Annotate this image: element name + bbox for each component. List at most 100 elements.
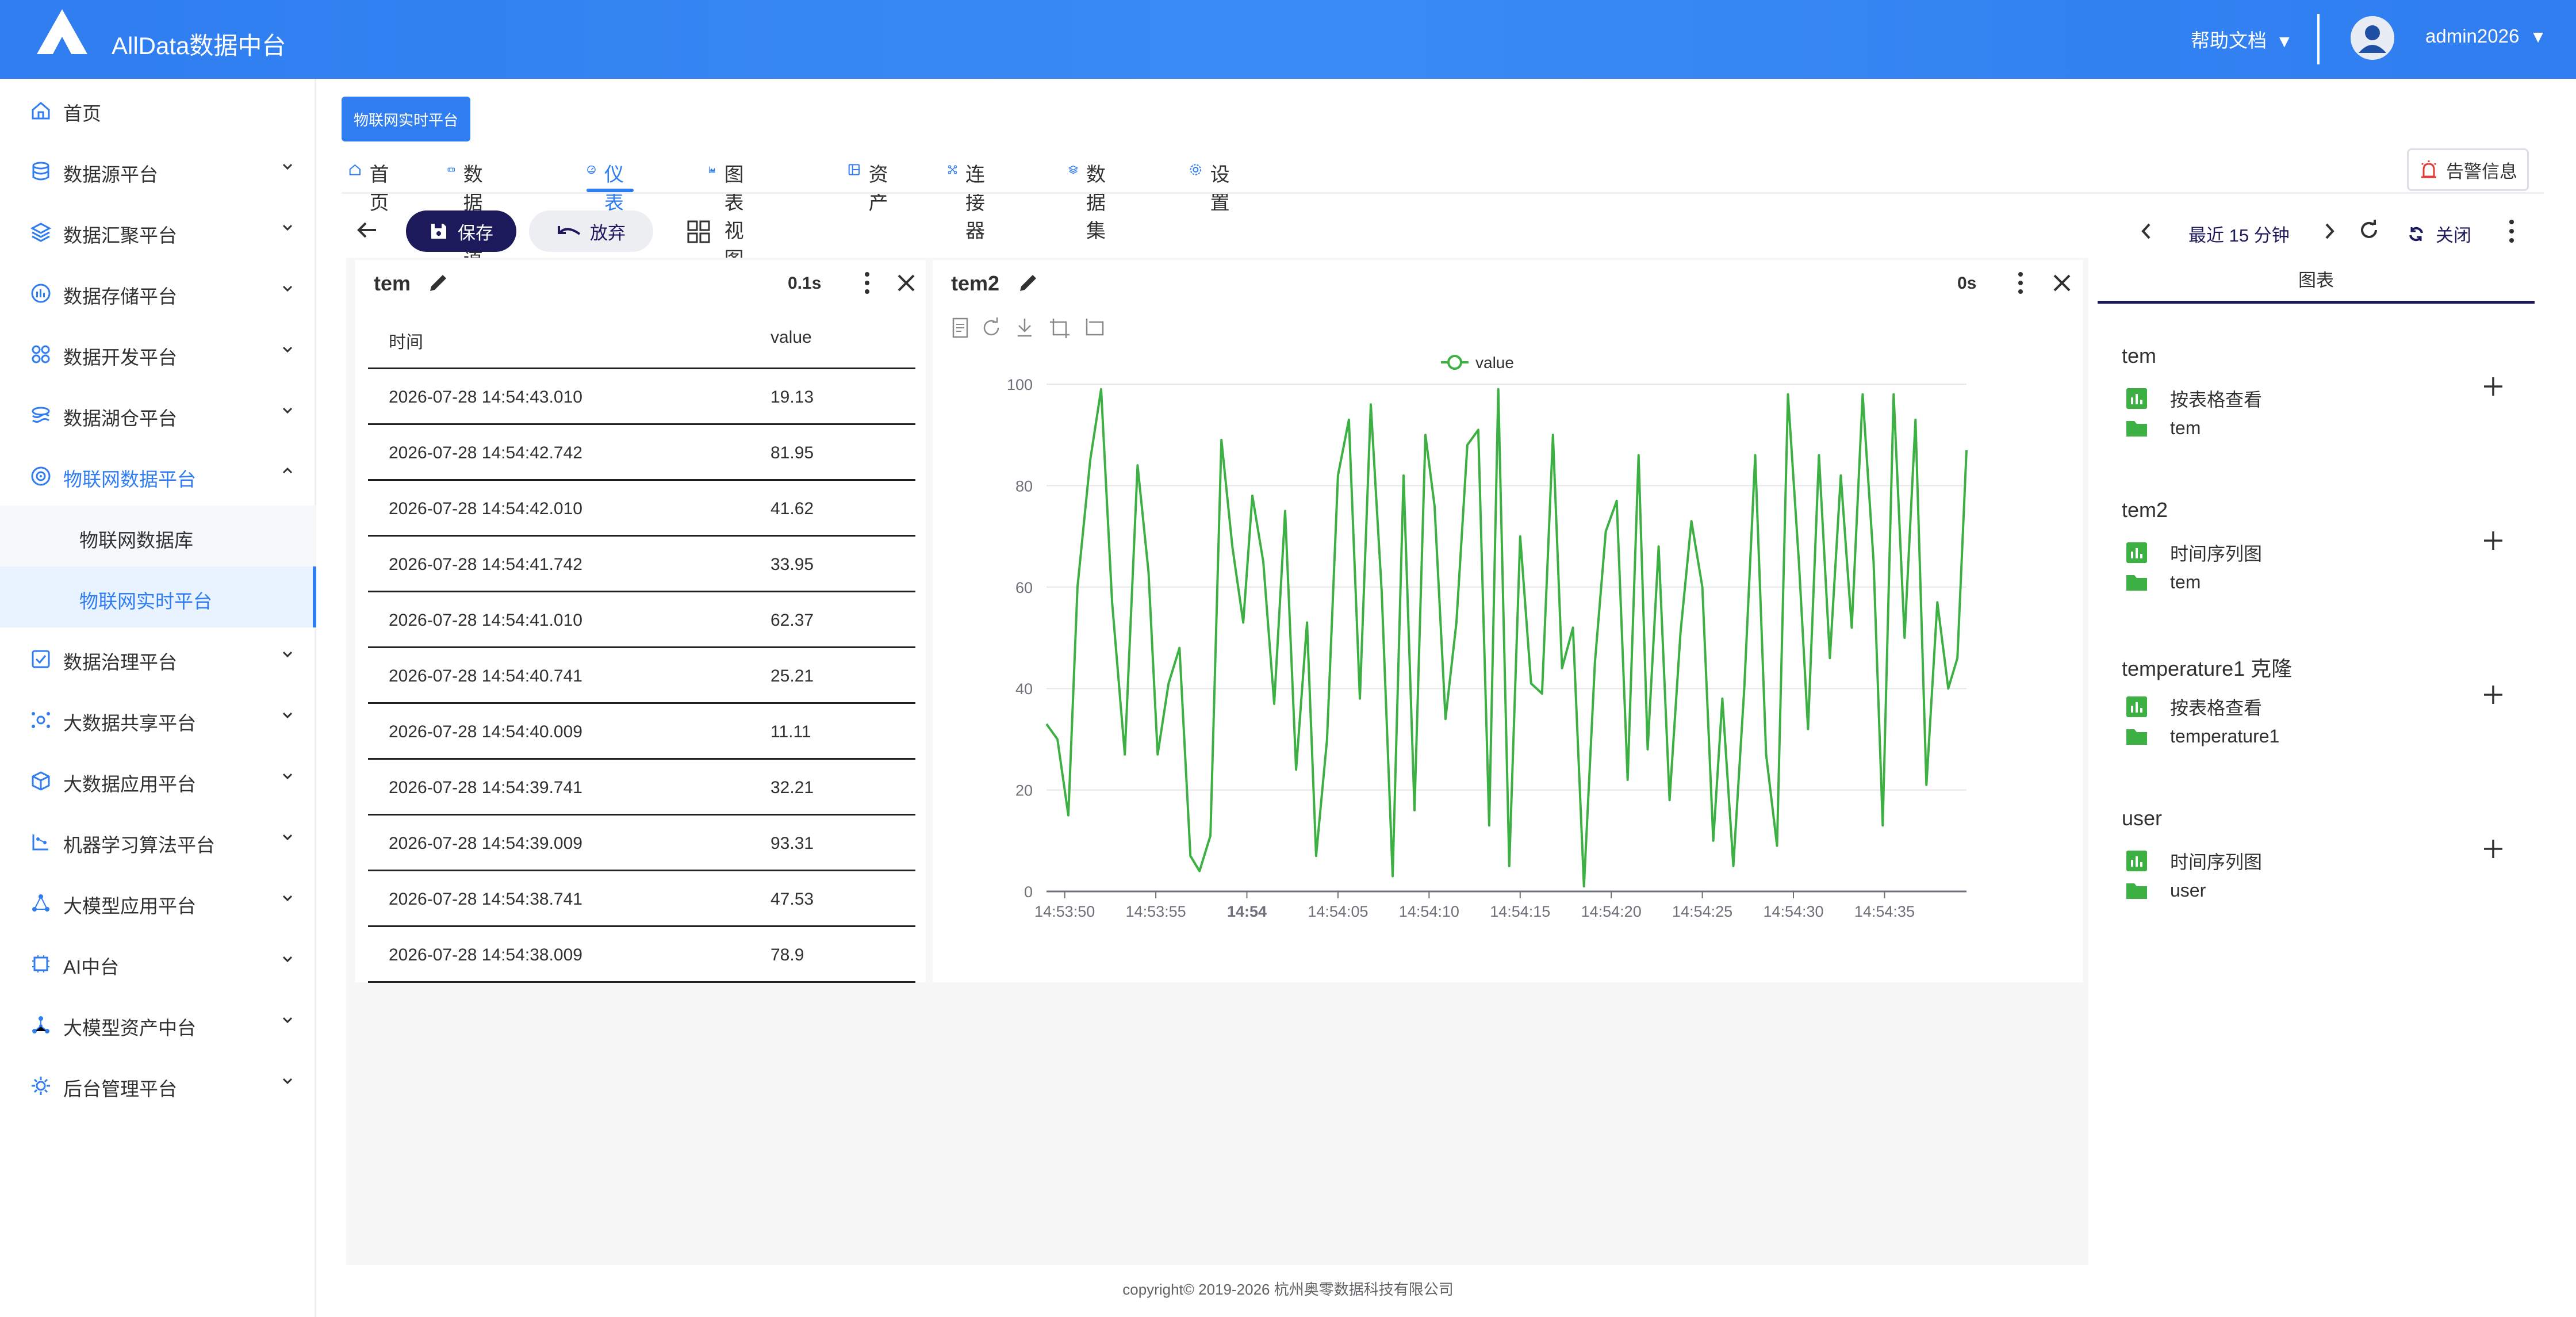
- grid-layout-icon[interactable]: [687, 220, 711, 244]
- sidebar-item-data-storage[interactable]: 数据存储平台: [0, 262, 316, 323]
- help-docs-menu[interactable]: 帮助文档 ▼: [2191, 25, 2293, 53]
- sidebar-item-iot[interactable]: 物联网数据平台: [0, 445, 316, 506]
- bar-chart-icon: [2126, 388, 2147, 409]
- sidebar-item-label: 首页: [63, 103, 101, 124]
- chart-view-item[interactable]: 按表格查看: [2125, 385, 2262, 412]
- tab-label: 连接器: [965, 164, 985, 242]
- tab-connectors[interactable]: 连接器: [948, 154, 995, 242]
- chevron-down-icon: [282, 346, 293, 353]
- cell-value: 78.9: [770, 945, 804, 964]
- zoom-icon[interactable]: [1050, 319, 1070, 338]
- cell-time: 2026-07-28 14:54:42.742: [389, 443, 582, 462]
- governance-icon: [32, 650, 50, 668]
- sidebar-item-llm-app[interactable]: 大模型应用平台: [0, 871, 316, 932]
- sidebar-item-home[interactable]: 首页: [0, 79, 316, 140]
- alerts-button[interactable]: 告警信息: [2407, 148, 2529, 191]
- tab-datasets[interactable]: 数据集: [1068, 154, 1116, 242]
- sidebar-item-llm-asset[interactable]: 大模型资产中台: [0, 993, 316, 1054]
- tab-home[interactable]: 首页: [348, 154, 396, 214]
- chart-view-item[interactable]: 时间序列图: [2125, 539, 2262, 566]
- query-time: 0.1s: [788, 274, 822, 293]
- dashboard-icon: [587, 165, 596, 174]
- sidebar-item-data-lake[interactable]: 数据湖仓平台: [0, 384, 316, 445]
- add-icon[interactable]: [2482, 683, 2505, 706]
- chevron-down-icon: [282, 224, 293, 231]
- chart-group-name: temperature1 克隆: [2122, 657, 2293, 680]
- storage-icon: [31, 284, 51, 303]
- save-icon: [431, 224, 446, 239]
- discard-button[interactable]: 放弃: [529, 210, 653, 252]
- save-button[interactable]: 保存: [406, 210, 516, 252]
- data-view-icon[interactable]: [952, 317, 968, 338]
- x-tick-label: 14:54:20: [1581, 903, 1642, 920]
- more-vertical-icon[interactable]: [2014, 270, 2027, 296]
- chart-toolbox: [952, 317, 1104, 338]
- panel-title: tem: [374, 271, 411, 295]
- sidebar-subitem-iot-db[interactable]: 物联网数据库: [0, 506, 316, 566]
- chart-source-item[interactable]: tem: [2125, 571, 2201, 594]
- gear-icon: [1190, 164, 1202, 175]
- chart-view-item[interactable]: 时间序列图: [2125, 848, 2262, 874]
- auto-refresh-toggle[interactable]: 关闭: [2407, 221, 2471, 247]
- save-label: 保存: [458, 223, 493, 243]
- cell-value: 33.95: [770, 555, 814, 574]
- close-icon[interactable]: [896, 273, 917, 293]
- bar-chart-icon: [2126, 696, 2147, 717]
- add-icon[interactable]: [2482, 837, 2505, 860]
- chevron-right-icon[interactable]: [2321, 221, 2338, 242]
- sidebar-item-data-dev[interactable]: 数据开发平台: [0, 323, 316, 384]
- chart-view-label: 按表格查看: [2170, 389, 2263, 410]
- tab-chart-view[interactable]: 图表视图: [708, 154, 756, 270]
- refresh-icon[interactable]: [2358, 219, 2380, 242]
- sidebar-item-label: 机器学习算法平台: [63, 834, 215, 856]
- chart-source-item[interactable]: user: [2125, 879, 2206, 902]
- tab-charts[interactable]: 图表: [2098, 255, 2535, 304]
- chart-source-item[interactable]: tem: [2125, 416, 2201, 439]
- cell-value: 47.53: [770, 890, 814, 909]
- sidebar-item-ai[interactable]: AI中台: [0, 932, 316, 993]
- more-vertical-icon[interactable]: [860, 270, 874, 296]
- chart-view-item[interactable]: 按表格查看: [2125, 694, 2262, 720]
- cell-value: 93.31: [770, 834, 814, 853]
- series-line-value: [1045, 388, 1968, 888]
- user-avatar-icon: [2351, 16, 2394, 60]
- chart-source-item[interactable]: temperature1: [2125, 725, 2279, 748]
- table-row: 2026-07-28 14:54:42.010 41.62: [368, 481, 915, 537]
- cell-time: 2026-07-28 14:54:40.009: [389, 722, 582, 741]
- user-menu[interactable]: admin2026 ▼: [2425, 25, 2547, 47]
- sidebar-item-label: AI中台: [63, 956, 120, 978]
- tab-pipeline[interactable]: 数据管道: [447, 154, 494, 270]
- y-tick-label: 40: [1015, 680, 1033, 698]
- tab-assets[interactable]: 资产: [848, 154, 895, 214]
- sidebar-item-share[interactable]: 大数据共享平台: [0, 688, 316, 749]
- restore-icon[interactable]: [983, 317, 999, 336]
- cell-time: 2026-07-28 14:54:41.010: [389, 611, 582, 630]
- add-icon[interactable]: [2482, 375, 2505, 398]
- edit-pencil-icon[interactable]: [427, 271, 450, 294]
- chevron-up-icon: [282, 467, 293, 474]
- sidebar-item-admin[interactable]: 后台管理平台: [0, 1054, 316, 1115]
- more-vertical-icon[interactable]: [2504, 217, 2520, 245]
- sidebar-item-bigdata-app[interactable]: 大数据应用平台: [0, 749, 316, 810]
- time-range-picker[interactable]: 最近 15 分钟: [2188, 221, 2290, 247]
- add-icon[interactable]: [2482, 529, 2505, 552]
- lake-icon: [32, 407, 50, 423]
- back-arrow-icon[interactable]: [355, 219, 378, 242]
- tab-dashboard[interactable]: 仪表盘: [586, 154, 634, 242]
- chevron-left-icon[interactable]: [2138, 221, 2155, 242]
- folder-icon: [2126, 421, 2147, 437]
- zoom-reset-icon[interactable]: [1086, 319, 1104, 336]
- page-tag[interactable]: 物联网实时平台: [342, 97, 470, 141]
- sidebar-item-datasource[interactable]: 数据源平台: [0, 140, 316, 201]
- table-row: 2026-07-28 14:54:42.742 81.95: [368, 425, 915, 481]
- avatar[interactable]: [2351, 16, 2394, 60]
- ai-icon: [32, 955, 49, 973]
- edit-pencil-icon[interactable]: [1017, 271, 1040, 294]
- sidebar-subitem-iot-realtime[interactable]: 物联网实时平台: [0, 566, 316, 627]
- sidebar-item-data-aggregation[interactable]: 数据汇聚平台: [0, 201, 316, 262]
- sidebar-item-ml[interactable]: 机器学习算法平台: [0, 810, 316, 871]
- sidebar-item-governance[interactable]: 数据治理平台: [0, 627, 316, 688]
- close-icon[interactable]: [2052, 273, 2072, 293]
- tab-settings[interactable]: 设置: [1189, 154, 1236, 214]
- download-icon[interactable]: [1018, 319, 1032, 337]
